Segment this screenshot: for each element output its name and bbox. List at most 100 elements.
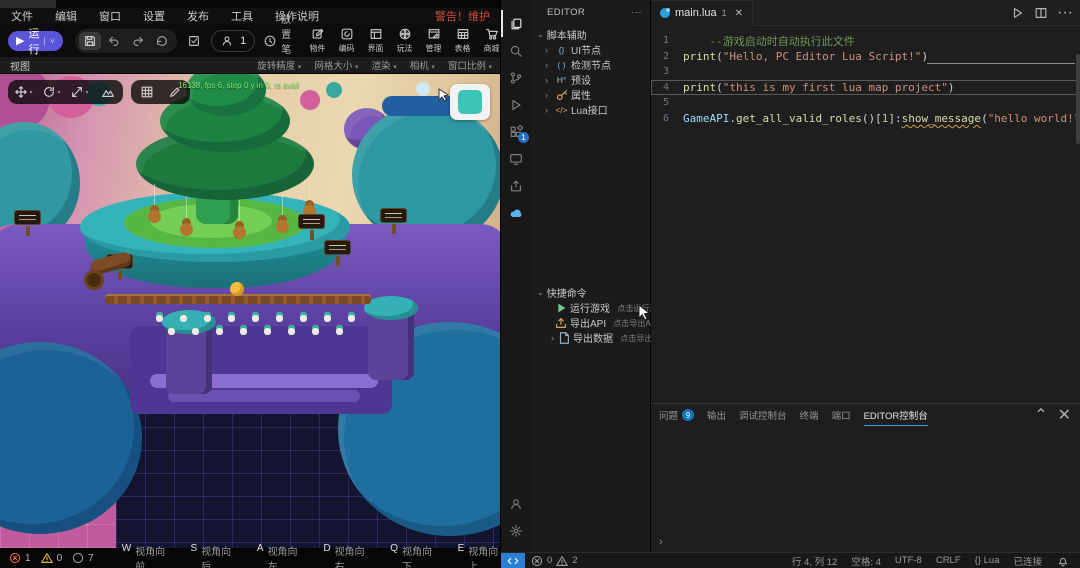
- color-swatch-panel[interactable]: [450, 84, 490, 120]
- viewport-option-4[interactable]: 窗口比例 ▾: [448, 58, 492, 72]
- status-language[interactable]: {} Lua: [970, 555, 1005, 566]
- viewport-option-2[interactable]: 渲染 ▾: [372, 58, 397, 72]
- settings-icon[interactable]: [501, 517, 531, 544]
- tree-item-预设[interactable]: ›H°预设: [531, 72, 651, 87]
- share-icon[interactable]: [501, 172, 531, 199]
- alert-text: 警告！维护: [435, 8, 500, 24]
- transform-tools: ▾ ▾ ▾: [8, 80, 123, 104]
- teddy-bear: [180, 223, 193, 236]
- cloud-icon[interactable]: [501, 199, 531, 226]
- close-tab-icon[interactable]: ✕: [735, 8, 743, 19]
- status-eol[interactable]: CRLF: [931, 555, 966, 566]
- source-control-icon[interactable]: [501, 64, 531, 91]
- menu-item-3[interactable]: 设置: [132, 8, 176, 24]
- more-actions-icon[interactable]: ···: [631, 7, 642, 18]
- sign-post: [298, 214, 325, 229]
- code-tag-icon: </>: [555, 105, 568, 115]
- status-indentation[interactable]: 空格: 4: [846, 554, 886, 568]
- problems-status[interactable]: 0 2: [525, 554, 583, 568]
- menu-item-1[interactable]: 编辑: [44, 8, 88, 24]
- tree-item-检测节点[interactable]: ›( )检测节点: [531, 57, 651, 72]
- deco-ball: [300, 90, 320, 110]
- panel-button-管理[interactable]: 管理: [419, 27, 448, 54]
- panel-button-物件[interactable]: 物件: [303, 27, 332, 54]
- panel-maximize-icon[interactable]: ⌃: [1034, 405, 1047, 425]
- restore-icon[interactable]: [151, 32, 173, 50]
- menu-item-2[interactable]: 窗口: [88, 8, 132, 24]
- section-label[interactable]: ⌄脚本辅助: [531, 26, 651, 42]
- scene-pointer-icon: [438, 88, 450, 102]
- tree-item-运行游戏[interactable]: 运行游戏点击运行游戏: [531, 300, 651, 315]
- bowling-pin: [180, 312, 187, 322]
- status-connection[interactable]: 已连接: [1008, 554, 1047, 568]
- menu-bar: 文件编辑窗口设置发布工具操作说明警告！维护: [0, 8, 500, 24]
- debug-overlay: 16138, fps 6, step 0 y in 0, rs avail: [178, 81, 299, 90]
- status-cursor-position[interactable]: 行 4, 列 12: [787, 554, 842, 568]
- panel-button-玩法[interactable]: 玩法: [390, 27, 419, 54]
- panel-tab-输出[interactable]: 输出: [707, 404, 726, 426]
- viewport-option-3[interactable]: 相机 ▾: [410, 58, 435, 72]
- terrain-tool-icon[interactable]: [94, 82, 121, 102]
- panel-tab-端口[interactable]: 端口: [832, 404, 851, 426]
- tree-item-Lua接口[interactable]: ›</>Lua接口: [531, 102, 651, 117]
- checklist-icon[interactable]: [187, 32, 201, 50]
- panel-button-表格[interactable]: 表格: [448, 27, 477, 54]
- code-line-3: 3: [651, 64, 1080, 80]
- undo-icon[interactable]: [103, 32, 125, 50]
- tree-item-导出数据[interactable]: ›导出数据点击导出数据: [531, 330, 651, 345]
- scale-tool-icon[interactable]: ▾: [66, 82, 93, 102]
- tab-main-lua[interactable]: main.lua 1 ✕: [651, 0, 753, 26]
- menu-item-0[interactable]: 文件: [0, 8, 44, 24]
- panel-button-界面[interactable]: 界面: [361, 27, 390, 54]
- save-icon[interactable]: [79, 32, 101, 50]
- remote-indicator[interactable]: [501, 553, 525, 568]
- account-icon[interactable]: [501, 490, 531, 517]
- bowling-pin: [240, 325, 247, 335]
- viewport-option-1[interactable]: 网格大小 ▾: [314, 58, 358, 72]
- editor-more-icon[interactable]: ···: [1057, 4, 1073, 22]
- extensions-icon[interactable]: 1: [501, 118, 531, 145]
- run-debug-icon[interactable]: [501, 91, 531, 118]
- bell-icon[interactable]: [1051, 554, 1075, 568]
- object-icon: [311, 27, 325, 41]
- rotate-tool-icon[interactable]: ▾: [38, 82, 65, 102]
- panel-tab-EDITOR控制台[interactable]: EDITOR控制台: [864, 404, 928, 426]
- panel-button-编码[interactable]: 编码: [332, 27, 361, 54]
- side-panel-header: EDITOR ···: [531, 0, 650, 24]
- tree-item-UI节点[interactable]: ›{}UI节点: [531, 42, 651, 57]
- tree-item-属性[interactable]: ›属性: [531, 87, 651, 102]
- bowling-pin: [300, 312, 307, 322]
- editor-scrollbar[interactable]: [1076, 54, 1080, 144]
- redo-icon[interactable]: [127, 32, 149, 50]
- panel-tab-问题[interactable]: 问题9: [659, 404, 694, 426]
- player-count-group[interactable]: 1: [211, 30, 255, 52]
- run-file-icon[interactable]: [1011, 6, 1025, 20]
- grid-brush-icon[interactable]: [133, 82, 160, 102]
- code-editor[interactable]: 1 --游戏启动时自动执行此文件2print("Hello, PC Editor…: [651, 26, 1080, 403]
- tree-item-导出API[interactable]: 导出API点击导出API: [531, 315, 651, 330]
- info-icon: [71, 551, 85, 565]
- split-editor-icon[interactable]: [1034, 6, 1048, 20]
- scene-canvas[interactable]: ▾ ▾ ▾ 16138, fps 6, step 0 y in 0, rs av…: [0, 74, 500, 548]
- bottom-panel: 问题9输出调试控制台终端端口EDITOR控制台⌃✕ ›: [651, 403, 1080, 552]
- menu-item-4[interactable]: 发布: [176, 8, 220, 24]
- panel-tab-终端[interactable]: 终端: [800, 404, 819, 426]
- status-encoding[interactable]: UTF-8: [890, 555, 927, 566]
- remote-window-icon[interactable]: [501, 145, 531, 172]
- viewport-option-0[interactable]: 旋转精度 ▾: [257, 58, 301, 72]
- problems-badge: 9: [682, 409, 694, 421]
- move-tool-icon[interactable]: ▾: [10, 82, 37, 102]
- warning-count: 0: [40, 551, 63, 565]
- panel-close-icon[interactable]: ✕: [1058, 405, 1071, 425]
- status-right: 行 4, 列 12 空格: 4 UTF-8 CRLF {} Lua已连接: [787, 554, 1080, 568]
- menu-item-5[interactable]: 工具: [220, 8, 264, 24]
- teddy-bear: [276, 220, 289, 233]
- section-label[interactable]: ⌄快捷命令: [531, 284, 651, 300]
- key-hint-E: E视角向上: [458, 543, 500, 568]
- title-strip: [0, 0, 500, 8]
- side-panel: EDITOR ··· ⌄脚本辅助›{}UI节点›( )检测节点›H°预设›属性›…: [531, 0, 651, 552]
- search-icon[interactable]: [501, 37, 531, 64]
- run-button[interactable]: ▶ 运行 | ˅: [8, 31, 63, 51]
- files-icon[interactable]: [501, 10, 531, 37]
- panel-tab-调试控制台[interactable]: 调试控制台: [739, 404, 787, 426]
